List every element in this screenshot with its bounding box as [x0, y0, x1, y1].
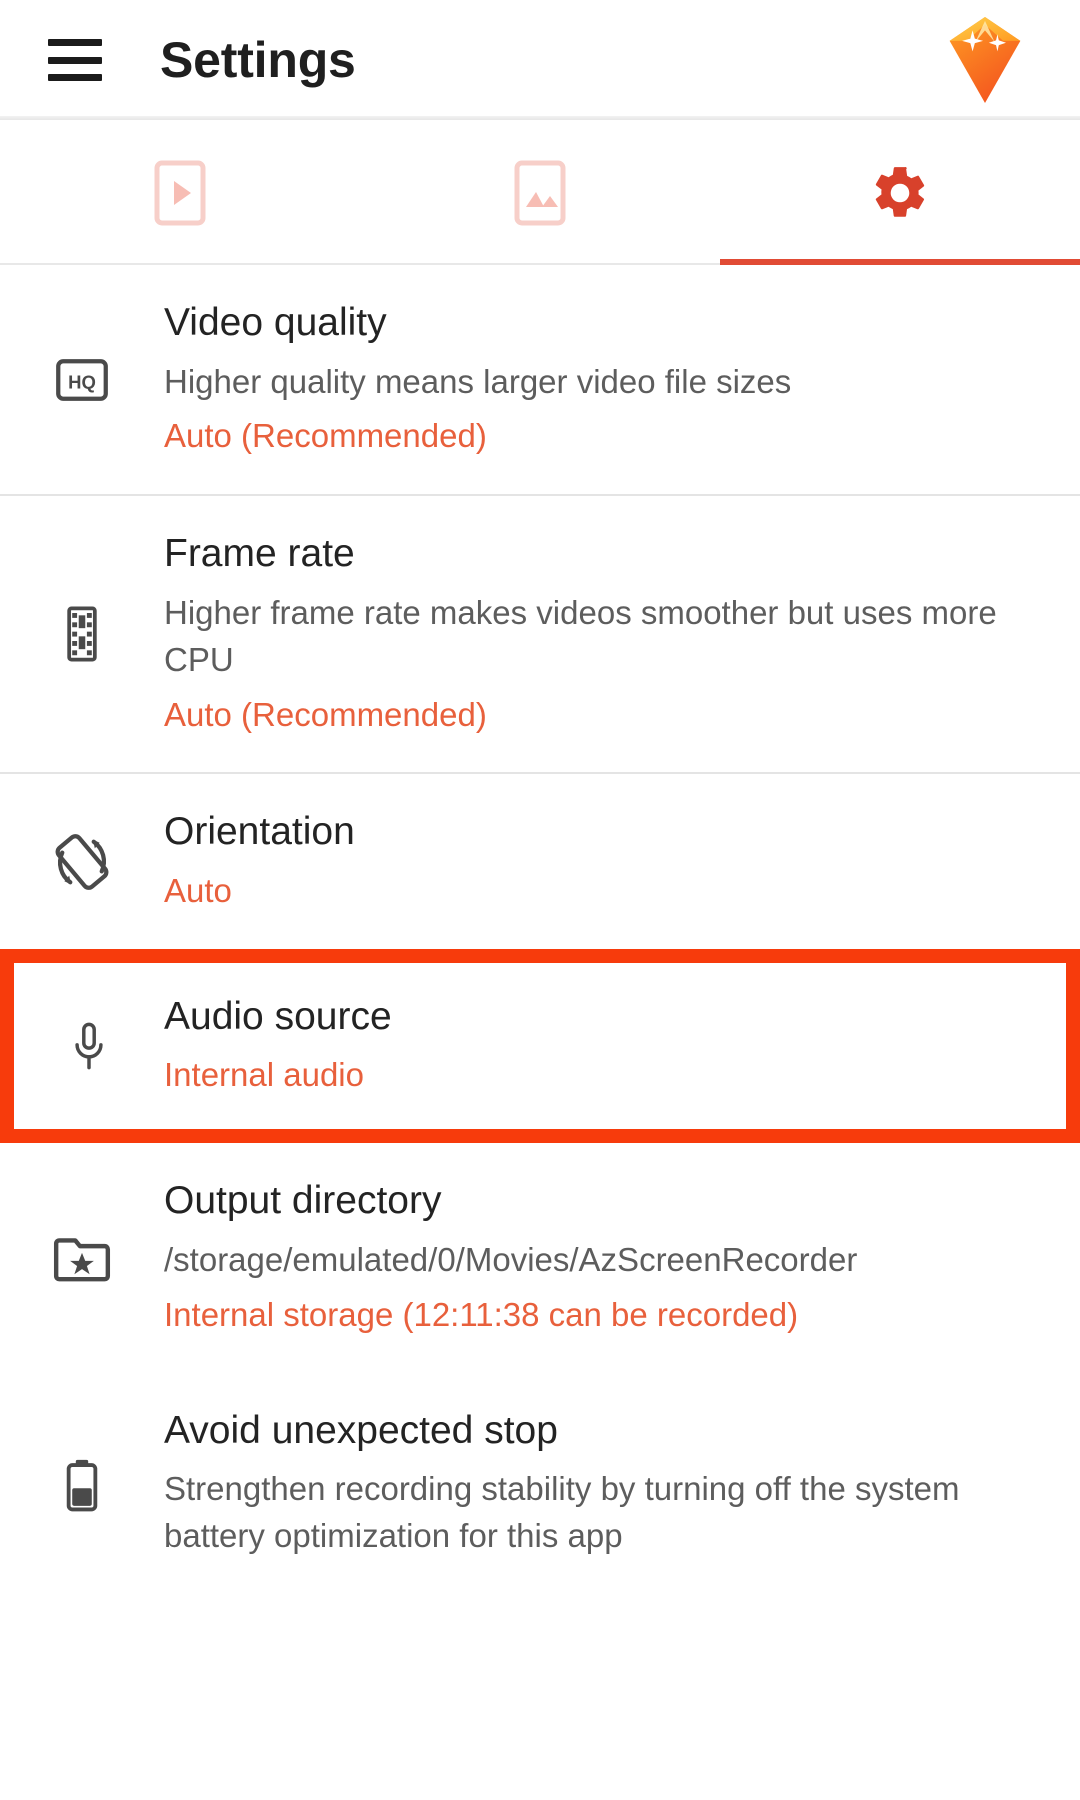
battery-icon: [0, 1456, 164, 1518]
setting-title: Video quality: [164, 301, 387, 344]
setting-title: Orientation: [164, 810, 355, 854]
setting-row-avoid-unexpected-stop[interactable]: Avoid unexpected stop Strengthen recordi…: [0, 1372, 1080, 1602]
setting-row-orientation[interactable]: Orientation Auto: [0, 774, 1080, 949]
image-gallery-icon: [514, 160, 566, 225]
setting-body: Audio source Internal audio: [164, 993, 1026, 1099]
setting-value: Internal storage (12:11:38 can be record…: [164, 1295, 799, 1333]
setting-description: /storage/emulated/0/Movies/AzScreenRecor…: [164, 1240, 858, 1278]
settings-screen: Settings HQ Video quality Higher quality…: [0, 0, 1080, 1800]
tab-bar: [0, 120, 1080, 265]
tab-settings[interactable]: [720, 120, 1080, 265]
setting-description: Strengthen recording stability by turnin…: [164, 1470, 960, 1555]
app-bar: Settings: [0, 0, 1080, 120]
setting-title: Audio source: [164, 994, 392, 1038]
hamburger-bar: [48, 56, 102, 64]
hamburger-bar: [48, 39, 102, 46]
setting-value: Internal audio: [164, 1056, 364, 1094]
setting-row-output-directory[interactable]: Output directory /storage/emulated/0/Mov…: [0, 1143, 1080, 1373]
setting-row-video-quality[interactable]: HQ Video quality Higher quality means la…: [0, 265, 1080, 495]
gem-diamond-logo[interactable]: [948, 17, 1022, 103]
setting-value: Auto: [164, 872, 232, 910]
setting-body: Avoid unexpected stop Strengthen recordi…: [164, 1407, 1040, 1568]
video-player-icon: [154, 160, 206, 225]
gear-icon: [875, 166, 925, 217]
setting-value: Auto (Recommended): [164, 695, 487, 733]
setting-title: Output directory: [164, 1179, 442, 1223]
tab-video[interactable]: [0, 120, 360, 265]
setting-description: Higher frame rate makes videos smoother …: [164, 593, 997, 678]
setting-title: Avoid unexpected stop: [164, 1408, 558, 1452]
setting-body: Output directory /storage/emulated/0/Mov…: [164, 1177, 1040, 1338]
setting-row-audio-source[interactable]: Audio source Internal audio: [0, 948, 1080, 1144]
hq-badge-icon: HQ: [0, 350, 164, 410]
page-title: Settings: [160, 32, 356, 88]
hamburger-bar: [48, 74, 102, 81]
setting-body: Orientation Auto: [164, 808, 1040, 914]
hamburger-menu-icon[interactable]: [48, 39, 102, 81]
setting-body: Frame rate Higher frame rate makes video…: [164, 530, 1040, 738]
setting-value: Auto (Recommended): [164, 417, 487, 455]
microphone-icon: [14, 1015, 164, 1077]
setting-description: Higher quality means larger video file s…: [164, 362, 792, 400]
screen-rotation-icon: [0, 830, 164, 894]
setting-title: Frame rate: [164, 532, 355, 576]
svg-text:HQ: HQ: [68, 371, 96, 392]
folder-star-icon: [0, 1229, 164, 1287]
settings-list: HQ Video quality Higher quality means la…: [0, 265, 1080, 1602]
setting-row-frame-rate[interactable]: Frame rate Higher frame rate makes video…: [0, 496, 1080, 773]
film-strip-icon: [0, 603, 164, 665]
tab-images[interactable]: [360, 120, 720, 265]
setting-body: Video quality Higher quality means large…: [164, 299, 1040, 460]
